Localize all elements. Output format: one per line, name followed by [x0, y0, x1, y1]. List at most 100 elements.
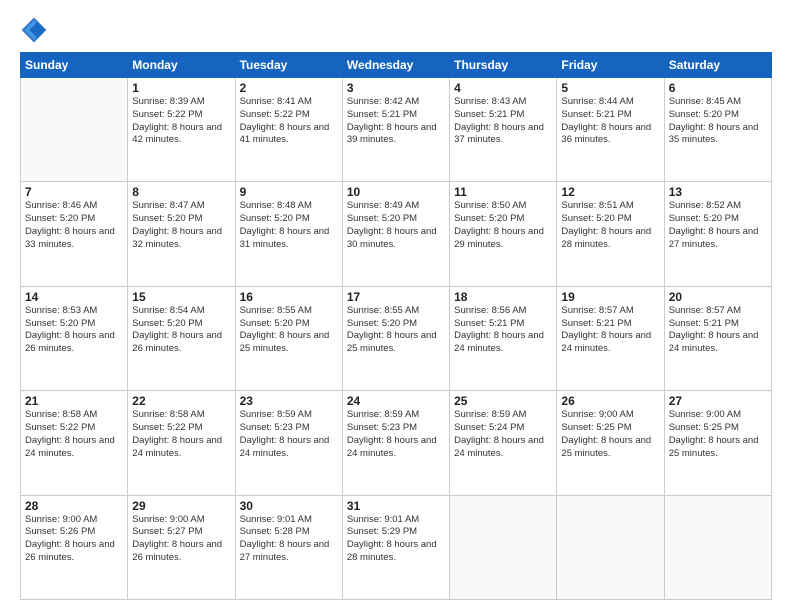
cell-info: Sunrise: 9:01 AM Sunset: 5:28 PM Dayligh…: [240, 514, 338, 565]
cell-info: Sunrise: 8:44 AM Sunset: 5:21 PM Dayligh…: [561, 96, 659, 147]
calendar-cell: 7Sunrise: 8:46 AM Sunset: 5:20 PM Daylig…: [21, 182, 128, 286]
calendar-cell: 18Sunrise: 8:56 AM Sunset: 5:21 PM Dayli…: [450, 286, 557, 390]
calendar-cell: 24Sunrise: 8:59 AM Sunset: 5:23 PM Dayli…: [342, 391, 449, 495]
day-number: 26: [561, 394, 659, 408]
week-row: 1Sunrise: 8:39 AM Sunset: 5:22 PM Daylig…: [21, 78, 772, 182]
cell-info: Sunrise: 8:51 AM Sunset: 5:20 PM Dayligh…: [561, 200, 659, 251]
calendar-cell: [450, 495, 557, 599]
calendar-cell: 17Sunrise: 8:55 AM Sunset: 5:20 PM Dayli…: [342, 286, 449, 390]
cell-info: Sunrise: 8:50 AM Sunset: 5:20 PM Dayligh…: [454, 200, 552, 251]
logo-icon: [20, 16, 48, 44]
calendar-cell: 14Sunrise: 8:53 AM Sunset: 5:20 PM Dayli…: [21, 286, 128, 390]
calendar-cell: 16Sunrise: 8:55 AM Sunset: 5:20 PM Dayli…: [235, 286, 342, 390]
cell-info: Sunrise: 8:48 AM Sunset: 5:20 PM Dayligh…: [240, 200, 338, 251]
cell-info: Sunrise: 8:58 AM Sunset: 5:22 PM Dayligh…: [25, 409, 123, 460]
cell-info: Sunrise: 8:57 AM Sunset: 5:21 PM Dayligh…: [669, 305, 767, 356]
calendar-cell: 27Sunrise: 9:00 AM Sunset: 5:25 PM Dayli…: [664, 391, 771, 495]
weekday-header: Wednesday: [342, 53, 449, 78]
cell-info: Sunrise: 8:43 AM Sunset: 5:21 PM Dayligh…: [454, 96, 552, 147]
weekday-header: Friday: [557, 53, 664, 78]
day-number: 13: [669, 185, 767, 199]
cell-info: Sunrise: 8:39 AM Sunset: 5:22 PM Dayligh…: [132, 96, 230, 147]
calendar-cell: 20Sunrise: 8:57 AM Sunset: 5:21 PM Dayli…: [664, 286, 771, 390]
calendar-cell: [21, 78, 128, 182]
day-number: 5: [561, 81, 659, 95]
calendar-cell: 25Sunrise: 8:59 AM Sunset: 5:24 PM Dayli…: [450, 391, 557, 495]
calendar-cell: 23Sunrise: 8:59 AM Sunset: 5:23 PM Dayli…: [235, 391, 342, 495]
week-row: 7Sunrise: 8:46 AM Sunset: 5:20 PM Daylig…: [21, 182, 772, 286]
day-number: 16: [240, 290, 338, 304]
weekday-header: Monday: [128, 53, 235, 78]
day-number: 10: [347, 185, 445, 199]
logo: [20, 16, 52, 44]
cell-info: Sunrise: 9:00 AM Sunset: 5:25 PM Dayligh…: [561, 409, 659, 460]
calendar-cell: 26Sunrise: 9:00 AM Sunset: 5:25 PM Dayli…: [557, 391, 664, 495]
cell-info: Sunrise: 8:59 AM Sunset: 5:24 PM Dayligh…: [454, 409, 552, 460]
calendar-cell: 19Sunrise: 8:57 AM Sunset: 5:21 PM Dayli…: [557, 286, 664, 390]
day-number: 19: [561, 290, 659, 304]
day-number: 7: [25, 185, 123, 199]
calendar-cell: 2Sunrise: 8:41 AM Sunset: 5:22 PM Daylig…: [235, 78, 342, 182]
cell-info: Sunrise: 8:53 AM Sunset: 5:20 PM Dayligh…: [25, 305, 123, 356]
day-number: 27: [669, 394, 767, 408]
cell-info: Sunrise: 8:45 AM Sunset: 5:20 PM Dayligh…: [669, 96, 767, 147]
weekday-header: Thursday: [450, 53, 557, 78]
header: [20, 16, 772, 44]
week-row: 21Sunrise: 8:58 AM Sunset: 5:22 PM Dayli…: [21, 391, 772, 495]
day-number: 31: [347, 499, 445, 513]
cell-info: Sunrise: 9:01 AM Sunset: 5:29 PM Dayligh…: [347, 514, 445, 565]
cell-info: Sunrise: 8:41 AM Sunset: 5:22 PM Dayligh…: [240, 96, 338, 147]
day-number: 21: [25, 394, 123, 408]
calendar-header-row: SundayMondayTuesdayWednesdayThursdayFrid…: [21, 53, 772, 78]
calendar-cell: 8Sunrise: 8:47 AM Sunset: 5:20 PM Daylig…: [128, 182, 235, 286]
cell-info: Sunrise: 9:00 AM Sunset: 5:27 PM Dayligh…: [132, 514, 230, 565]
weekday-header: Tuesday: [235, 53, 342, 78]
calendar-body: 1Sunrise: 8:39 AM Sunset: 5:22 PM Daylig…: [21, 78, 772, 600]
cell-info: Sunrise: 8:46 AM Sunset: 5:20 PM Dayligh…: [25, 200, 123, 251]
calendar-cell: [664, 495, 771, 599]
cell-info: Sunrise: 8:49 AM Sunset: 5:20 PM Dayligh…: [347, 200, 445, 251]
cell-info: Sunrise: 8:58 AM Sunset: 5:22 PM Dayligh…: [132, 409, 230, 460]
cell-info: Sunrise: 8:56 AM Sunset: 5:21 PM Dayligh…: [454, 305, 552, 356]
calendar-cell: 6Sunrise: 8:45 AM Sunset: 5:20 PM Daylig…: [664, 78, 771, 182]
calendar-cell: 28Sunrise: 9:00 AM Sunset: 5:26 PM Dayli…: [21, 495, 128, 599]
day-number: 28: [25, 499, 123, 513]
cell-info: Sunrise: 8:59 AM Sunset: 5:23 PM Dayligh…: [240, 409, 338, 460]
cell-info: Sunrise: 8:57 AM Sunset: 5:21 PM Dayligh…: [561, 305, 659, 356]
day-number: 23: [240, 394, 338, 408]
calendar-cell: 15Sunrise: 8:54 AM Sunset: 5:20 PM Dayli…: [128, 286, 235, 390]
calendar-cell: 3Sunrise: 8:42 AM Sunset: 5:21 PM Daylig…: [342, 78, 449, 182]
day-number: 9: [240, 185, 338, 199]
day-number: 20: [669, 290, 767, 304]
day-number: 3: [347, 81, 445, 95]
cell-info: Sunrise: 9:00 AM Sunset: 5:26 PM Dayligh…: [25, 514, 123, 565]
cell-info: Sunrise: 8:54 AM Sunset: 5:20 PM Dayligh…: [132, 305, 230, 356]
calendar-cell: 12Sunrise: 8:51 AM Sunset: 5:20 PM Dayli…: [557, 182, 664, 286]
cell-info: Sunrise: 8:59 AM Sunset: 5:23 PM Dayligh…: [347, 409, 445, 460]
day-number: 12: [561, 185, 659, 199]
calendar-cell: 11Sunrise: 8:50 AM Sunset: 5:20 PM Dayli…: [450, 182, 557, 286]
weekday-header: Saturday: [664, 53, 771, 78]
cell-info: Sunrise: 8:42 AM Sunset: 5:21 PM Dayligh…: [347, 96, 445, 147]
day-number: 24: [347, 394, 445, 408]
day-number: 17: [347, 290, 445, 304]
calendar-table: SundayMondayTuesdayWednesdayThursdayFrid…: [20, 52, 772, 600]
cell-info: Sunrise: 8:52 AM Sunset: 5:20 PM Dayligh…: [669, 200, 767, 251]
calendar-cell: 9Sunrise: 8:48 AM Sunset: 5:20 PM Daylig…: [235, 182, 342, 286]
day-number: 14: [25, 290, 123, 304]
day-number: 1: [132, 81, 230, 95]
day-number: 11: [454, 185, 552, 199]
day-number: 18: [454, 290, 552, 304]
calendar-cell: 10Sunrise: 8:49 AM Sunset: 5:20 PM Dayli…: [342, 182, 449, 286]
cell-info: Sunrise: 8:55 AM Sunset: 5:20 PM Dayligh…: [347, 305, 445, 356]
day-number: 22: [132, 394, 230, 408]
week-row: 28Sunrise: 9:00 AM Sunset: 5:26 PM Dayli…: [21, 495, 772, 599]
calendar-cell: 30Sunrise: 9:01 AM Sunset: 5:28 PM Dayli…: [235, 495, 342, 599]
calendar-cell: 21Sunrise: 8:58 AM Sunset: 5:22 PM Dayli…: [21, 391, 128, 495]
calendar-cell: 4Sunrise: 8:43 AM Sunset: 5:21 PM Daylig…: [450, 78, 557, 182]
weekday-header: Sunday: [21, 53, 128, 78]
day-number: 25: [454, 394, 552, 408]
cell-info: Sunrise: 8:47 AM Sunset: 5:20 PM Dayligh…: [132, 200, 230, 251]
calendar-cell: 5Sunrise: 8:44 AM Sunset: 5:21 PM Daylig…: [557, 78, 664, 182]
cell-info: Sunrise: 8:55 AM Sunset: 5:20 PM Dayligh…: [240, 305, 338, 356]
